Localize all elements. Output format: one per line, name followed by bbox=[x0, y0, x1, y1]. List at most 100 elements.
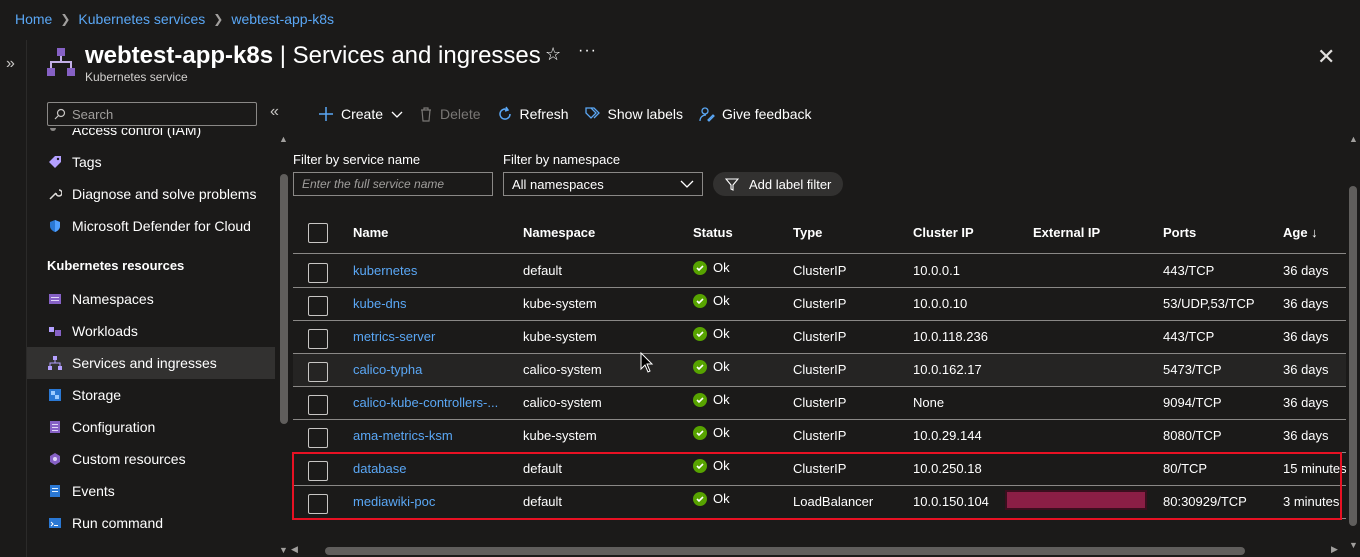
search-input[interactable] bbox=[72, 106, 242, 122]
sidebar-item-label: Workloads bbox=[72, 323, 138, 339]
sidebar-item-diagnose[interactable]: Diagnose and solve problems bbox=[27, 178, 275, 210]
cluster-ip-cell: 10.0.250.18 bbox=[913, 461, 982, 476]
sidebar-item-configuration[interactable]: Configuration bbox=[27, 411, 275, 443]
scroll-left-icon[interactable]: ◀ bbox=[291, 544, 298, 555]
sidebar-item-storage[interactable]: Storage bbox=[27, 379, 275, 411]
horizontal-scroll-thumb[interactable] bbox=[325, 547, 1245, 555]
sidebar-item-workloads[interactable]: Workloads bbox=[27, 315, 275, 347]
sidebar-scroll-thumb[interactable] bbox=[280, 174, 288, 424]
age-cell: 15 minutes bbox=[1283, 461, 1346, 476]
service-name-link[interactable]: metrics-server bbox=[353, 329, 513, 344]
service-name-link[interactable]: calico-kube-controllers-... bbox=[353, 395, 513, 410]
row-checkbox[interactable] bbox=[308, 395, 328, 415]
filter-namespace-label: Filter by namespace bbox=[503, 152, 621, 167]
row-checkbox[interactable] bbox=[308, 263, 328, 283]
sidebar-item-access-control[interactable]: Access control (IAM) bbox=[27, 128, 275, 146]
sidebar-item-label: Access control (IAM) bbox=[72, 128, 202, 138]
service-name-link[interactable]: calico-typha bbox=[353, 362, 513, 377]
row-checkbox[interactable] bbox=[308, 329, 328, 349]
cluster-ip-cell: 10.0.0.1 bbox=[913, 263, 960, 278]
table-row[interactable]: calico-typha calico-system Ok ClusterIP … bbox=[293, 354, 1346, 387]
sidebar-search[interactable] bbox=[47, 102, 257, 126]
column-header-name[interactable]: Name bbox=[353, 225, 388, 240]
namespace-cell: calico-system bbox=[523, 362, 602, 377]
more-options-icon[interactable]: ··· bbox=[578, 42, 597, 60]
service-name-link[interactable]: database bbox=[353, 461, 513, 476]
sidebar-item-tags[interactable]: Tags bbox=[27, 146, 275, 178]
service-name-link[interactable]: kubernetes bbox=[353, 263, 513, 278]
column-header-type[interactable]: Type bbox=[793, 225, 822, 240]
row-checkbox[interactable] bbox=[308, 362, 328, 382]
sidebar-item-defender[interactable]: Microsoft Defender for Cloud bbox=[27, 210, 275, 242]
status-cell: Ok bbox=[693, 425, 730, 440]
type-cell: LoadBalancer bbox=[793, 494, 874, 509]
cluster-ip-cell: 10.0.162.17 bbox=[913, 362, 982, 377]
scroll-up-icon[interactable]: ▲ bbox=[1349, 134, 1358, 144]
delete-button[interactable]: Delete bbox=[419, 106, 481, 122]
service-name-link[interactable]: mediawiki-poc bbox=[353, 494, 513, 509]
breadcrumb-cluster[interactable]: webtest-app-k8s bbox=[231, 11, 334, 27]
configuration-icon bbox=[47, 419, 63, 435]
chevron-right-icon: ❯ bbox=[213, 12, 224, 26]
scroll-down-icon[interactable]: ▼ bbox=[279, 545, 288, 555]
ports-cell: 5473/TCP bbox=[1163, 362, 1222, 377]
sidebar-item-namespaces[interactable]: Namespaces bbox=[27, 283, 275, 315]
service-name-link[interactable]: kube-dns bbox=[353, 296, 513, 311]
sidebar-item-custom-resources[interactable]: Custom resources bbox=[27, 443, 275, 475]
table-row[interactable]: metrics-server kube-system Ok ClusterIP … bbox=[293, 321, 1346, 354]
table-row[interactable]: mediawiki-poc default Ok LoadBalancer 10… bbox=[293, 486, 1346, 519]
vertical-scroll-thumb[interactable] bbox=[1349, 186, 1357, 526]
table-row[interactable]: calico-kube-controllers-... calico-syste… bbox=[293, 387, 1346, 420]
sidebar-item-label: Diagnose and solve problems bbox=[72, 186, 257, 202]
namespace-filter-dropdown[interactable]: All namespaces bbox=[503, 172, 703, 196]
scroll-up-icon[interactable]: ▲ bbox=[279, 134, 288, 144]
column-header-status[interactable]: Status bbox=[693, 225, 733, 240]
column-header-cluster-ip[interactable]: Cluster IP bbox=[913, 225, 974, 240]
expand-menu-icon[interactable]: » bbox=[6, 55, 15, 73]
breadcrumb-home[interactable]: Home bbox=[15, 11, 52, 27]
service-name-filter-input[interactable] bbox=[293, 172, 493, 196]
table-row[interactable]: ama-metrics-ksm kube-system Ok ClusterIP… bbox=[293, 420, 1346, 453]
row-checkbox[interactable] bbox=[308, 461, 328, 481]
status-cell: Ok bbox=[693, 260, 730, 275]
check-circle-icon bbox=[693, 260, 707, 275]
select-all-checkbox[interactable] bbox=[308, 223, 328, 243]
table-row[interactable]: kubernetes default Ok ClusterIP 10.0.0.1… bbox=[293, 255, 1346, 288]
sidebar-item-events[interactable]: Events bbox=[27, 475, 275, 507]
namespace-cell: default bbox=[523, 263, 563, 278]
row-checkbox[interactable] bbox=[308, 296, 328, 316]
column-header-age[interactable]: Age ↓ bbox=[1283, 225, 1318, 240]
age-cell: 36 days bbox=[1283, 329, 1329, 344]
ports-cell: 443/TCP bbox=[1163, 263, 1215, 278]
row-checkbox[interactable] bbox=[308, 428, 328, 448]
add-label-filter-button[interactable]: Add label filter bbox=[713, 172, 843, 196]
give-feedback-button[interactable]: Give feedback bbox=[699, 106, 812, 122]
column-header-external-ip[interactable]: External IP bbox=[1033, 225, 1100, 240]
close-icon[interactable]: ✕ bbox=[1317, 44, 1335, 70]
scroll-down-icon[interactable]: ▼ bbox=[1349, 540, 1358, 550]
breadcrumb-kubernetes-services[interactable]: Kubernetes services bbox=[78, 11, 205, 27]
table-row[interactable]: database default Ok ClusterIP 10.0.250.1… bbox=[293, 453, 1346, 486]
label-icon bbox=[584, 107, 600, 119]
trash-icon bbox=[421, 107, 432, 122]
sidebar-item-label: Storage bbox=[72, 387, 122, 403]
column-header-namespace[interactable]: Namespace bbox=[523, 225, 595, 240]
sidebar-item-run-command[interactable]: Run command bbox=[27, 507, 275, 539]
sidebar-item-services-and-ingresses[interactable]: Services and ingresses bbox=[27, 347, 275, 379]
content-vertical-scrollbar[interactable]: ▲ ▼ bbox=[1346, 134, 1360, 557]
collapse-sidebar-icon[interactable]: « bbox=[270, 103, 279, 121]
column-header-ports[interactable]: Ports bbox=[1163, 225, 1196, 240]
favorite-star-icon[interactable]: ☆ bbox=[545, 44, 561, 65]
sidebar-section-kubernetes-resources: Kubernetes resources bbox=[47, 258, 185, 273]
show-labels-button[interactable]: Show labels bbox=[584, 106, 683, 122]
create-button[interactable]: Create bbox=[318, 106, 403, 122]
scroll-right-icon[interactable]: ▶ bbox=[1331, 544, 1338, 555]
content-horizontal-scrollbar[interactable]: ◀ ▶ bbox=[291, 544, 1346, 557]
sidebar-scrollbar[interactable]: ▲ ▼ bbox=[277, 134, 290, 557]
status-cell: Ok bbox=[693, 491, 730, 506]
age-cell: 3 minutes bbox=[1283, 494, 1340, 509]
refresh-button[interactable]: Refresh bbox=[497, 106, 569, 122]
row-checkbox[interactable] bbox=[308, 494, 328, 514]
service-name-link[interactable]: ama-metrics-ksm bbox=[353, 428, 513, 443]
table-row[interactable]: kube-dns kube-system Ok ClusterIP 10.0.0… bbox=[293, 288, 1346, 321]
